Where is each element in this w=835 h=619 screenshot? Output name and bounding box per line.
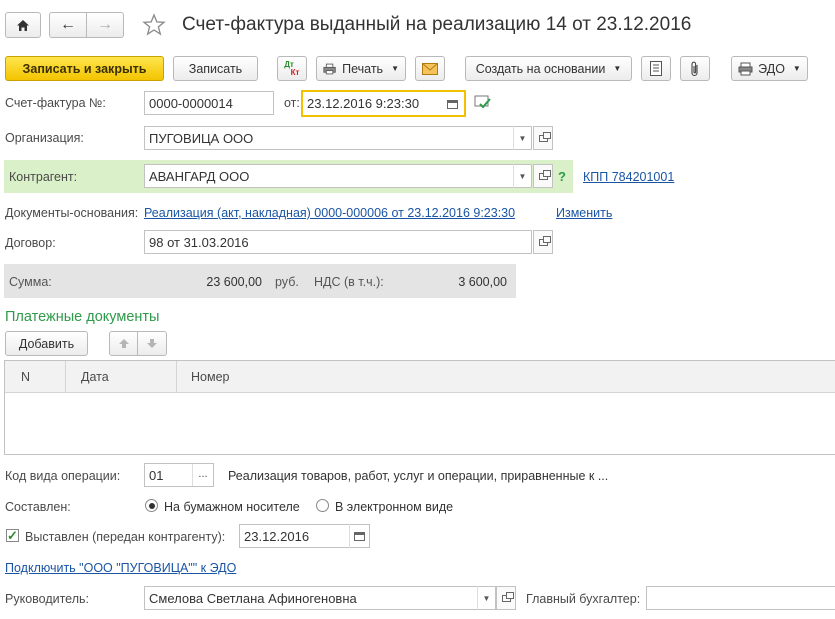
director-field[interactable]: Смелова Светлана Афиногеновна: [144, 586, 496, 610]
operation-description: Реализация товаров, работ, услуг и опера…: [228, 469, 609, 483]
chevron-down-icon: ▼: [391, 64, 399, 73]
chevron-down-icon: ▼: [792, 64, 801, 73]
invoice-number-field[interactable]: 0000-0000014: [144, 91, 274, 115]
contract-field[interactable]: 98 от 31.03.2016: [144, 230, 532, 254]
change-base-documents-link[interactable]: Изменить: [556, 206, 612, 220]
edo-button[interactable]: ЭДО ▼: [731, 56, 808, 81]
payments-section-title: Платежные документы: [5, 309, 160, 325]
edo-label: ЭДО: [758, 61, 785, 76]
move-up-button[interactable]: [109, 331, 138, 356]
sum-value: 23 600,00: [206, 275, 262, 289]
operation-code-value: 01: [149, 467, 164, 483]
dt-kt-button[interactable]: Дт Кт: [277, 56, 307, 81]
open-icon: [538, 235, 551, 246]
open-icon: [501, 591, 514, 602]
composed-label: Составлен:: [5, 500, 71, 514]
calendar-icon[interactable]: [349, 524, 369, 548]
column-header-date[interactable]: Дата: [81, 370, 109, 384]
move-down-button[interactable]: [137, 331, 167, 356]
director-value: Смелова Светлана Афиногеновна: [149, 590, 357, 606]
paperclip-icon: [691, 61, 698, 76]
arrow-down-icon: [147, 339, 157, 348]
nav-forward-button[interactable]: →: [86, 12, 124, 38]
payments-table[interactable]: N Дата Номер: [4, 360, 835, 455]
edo-connect-link[interactable]: Подключить "ООО "ПУГОВИЦА"" к ЭДО: [5, 561, 236, 575]
organization-open-button[interactable]: [533, 126, 553, 150]
radio-paper-label[interactable]: На бумажном носителе: [164, 500, 300, 514]
currency-label: руб.: [275, 275, 299, 289]
create-based-on-button[interactable]: Создать на основании ▼: [465, 56, 632, 81]
column-header-n[interactable]: N: [21, 370, 30, 384]
attach-button[interactable]: [680, 56, 710, 81]
invoice-date-value: 23.12.2016 9:23:30: [307, 96, 420, 111]
counterparty-value: АВАНГАРД ООО: [149, 168, 250, 184]
vat-value: 3 600,00: [458, 275, 507, 289]
arrow-left-icon: ←: [60, 16, 76, 33]
calendar-icon[interactable]: [442, 92, 462, 116]
vat-label: НДС (в т.ч.):: [314, 275, 384, 289]
contract-label: Договор:: [5, 236, 56, 250]
operation-code-select-button[interactable]: ...: [192, 464, 213, 486]
print-button[interactable]: Печать ▼: [316, 56, 406, 81]
email-button[interactable]: [415, 56, 445, 81]
payments-table-header: [5, 361, 835, 393]
operation-code-label: Код вида операции:: [5, 469, 121, 483]
organization-field[interactable]: ПУГОВИЦА ООО: [144, 126, 532, 150]
column-header-number[interactable]: Номер: [191, 370, 229, 384]
director-label: Руководитель:: [5, 592, 90, 606]
organization-dropdown-icon[interactable]: ▼: [513, 126, 531, 150]
radio-electronic-label[interactable]: В электронном виде: [335, 500, 453, 514]
column-divider: [176, 361, 177, 393]
kpp-link[interactable]: КПП 784201001: [583, 170, 674, 184]
arrow-right-icon: →: [97, 16, 113, 33]
issued-checkbox[interactable]: ✓: [6, 529, 19, 542]
issued-label[interactable]: Выставлен (передан контрагенту):: [25, 530, 225, 544]
printer-icon: [323, 63, 336, 74]
nav-back-button[interactable]: ←: [49, 12, 87, 38]
home-icon: [17, 19, 29, 31]
add-payment-button[interactable]: Добавить: [5, 331, 88, 356]
organization-label: Организация:: [5, 131, 84, 145]
report-button[interactable]: [641, 56, 671, 81]
director-dropdown-icon[interactable]: ▼: [477, 586, 495, 610]
invoice-date-label: от:: [284, 96, 300, 110]
counterparty-dropdown-icon[interactable]: ▼: [513, 164, 531, 188]
counterparty-field[interactable]: АВАНГАРД ООО: [144, 164, 532, 188]
verify-icon[interactable]: [474, 94, 492, 113]
save-button[interactable]: Записать: [173, 56, 258, 81]
document-icon: [650, 61, 662, 76]
contract-value: 98 от 31.03.2016: [149, 234, 249, 250]
column-divider: [65, 361, 66, 393]
contract-open-button[interactable]: [533, 230, 553, 254]
help-icon[interactable]: ?: [558, 169, 566, 184]
dt-kt-icon-bottom: Кт: [290, 67, 300, 77]
invoice-number-label: Счет-фактура №:: [5, 96, 106, 110]
counterparty-label: Контрагент:: [9, 170, 78, 184]
base-document-link[interactable]: Реализация (акт, накладная) 0000-000006 …: [144, 206, 515, 220]
arrow-up-icon: [118, 339, 129, 348]
save-and-close-button[interactable]: Записать и закрыть: [5, 56, 164, 81]
edo-icon: [738, 62, 753, 75]
star-icon[interactable]: [142, 13, 166, 37]
accountant-field[interactable]: [646, 586, 835, 610]
counterparty-open-button[interactable]: [533, 164, 553, 188]
accountant-label: Главный бухгалтер:: [526, 592, 641, 606]
director-open-button[interactable]: [496, 586, 516, 610]
organization-value: ПУГОВИЦА ООО: [149, 130, 254, 146]
issued-date-value: 23.12.2016: [244, 528, 310, 544]
page-title: Счет-фактура выданный на реализацию 14 о…: [182, 14, 692, 35]
radio-electronic[interactable]: [316, 499, 329, 512]
radio-paper[interactable]: [145, 499, 158, 512]
open-icon: [538, 169, 551, 180]
envelope-icon: [422, 62, 438, 75]
sum-label: Сумма:: [9, 275, 52, 289]
base-documents-label: Документы-основания:: [5, 206, 139, 220]
home-button[interactable]: [5, 12, 41, 38]
create-based-on-label: Создать на основании: [475, 61, 606, 76]
open-icon: [538, 131, 551, 142]
chevron-down-icon: ▼: [613, 64, 622, 73]
print-label: Печать: [342, 61, 384, 76]
